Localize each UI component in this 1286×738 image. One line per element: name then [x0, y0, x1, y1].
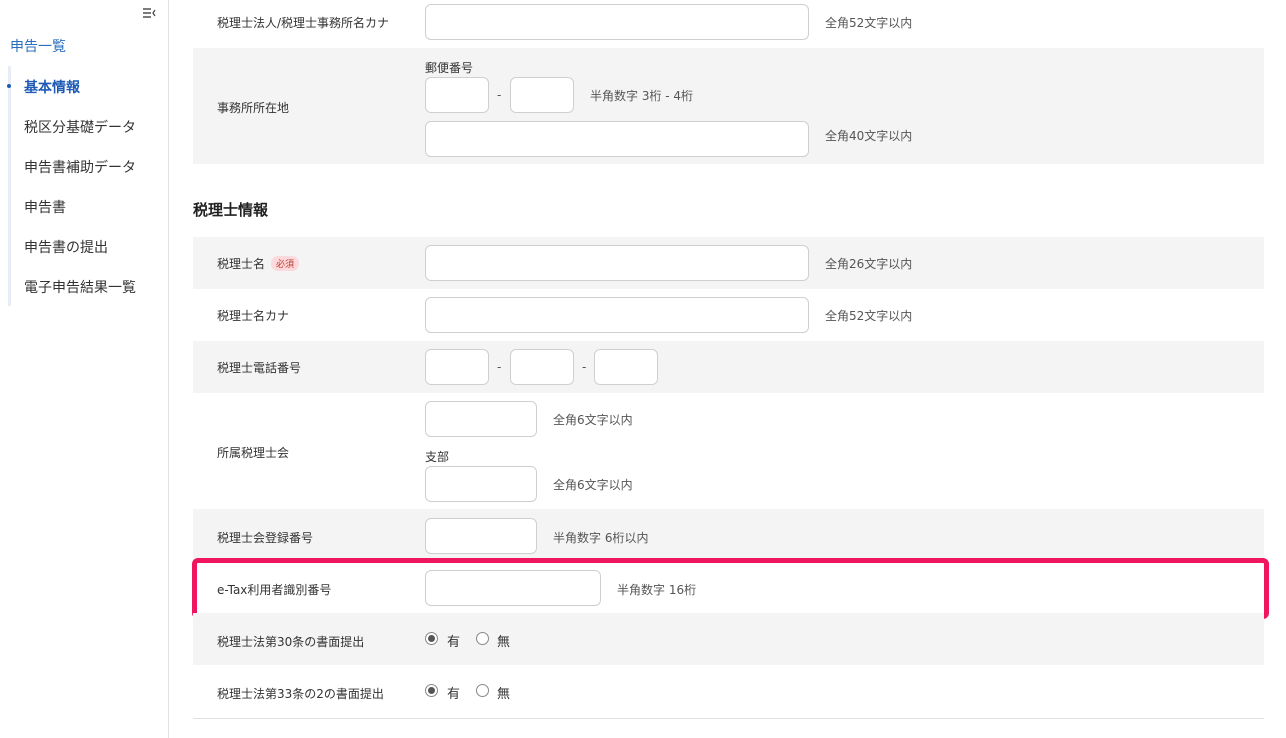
sidebar-item-return[interactable]: 申告書 — [24, 197, 66, 217]
phone-area-input[interactable] — [425, 349, 489, 385]
postal-code-hint: 半角数字 3桁 - 4桁 — [590, 89, 694, 103]
phone-exchange-input[interactable] — [510, 349, 574, 385]
article33-row: 税理士法第33条の2の書面提出 有 無 — [193, 665, 1264, 717]
office-kana-row: 税理士法人/税理士事務所名カナ 全角52文字以内 — [193, 0, 1264, 44]
accountant-phone-label: 税理士電話番号 — [217, 361, 302, 375]
sidebar: 申告一覧 基本情報 税区分基礎データ 申告書補助データ 申告書 申告書の提出 電… — [0, 0, 169, 738]
collapse-sidebar-icon[interactable] — [142, 4, 158, 18]
postal-code-label: 郵便番号 — [425, 61, 474, 75]
accountant-kana-hint: 全角52文字以内 — [825, 309, 913, 323]
office-address-row: 事務所所在地 郵便番号 - 半角数字 3桁 - 4桁 全角40文字以内 — [193, 48, 1264, 164]
etax-id-row: e-Tax利用者識別番号 半角数字 16桁 — [193, 561, 1264, 613]
phone-dash-1: - — [497, 360, 502, 374]
etax-id-label: e-Tax利用者識別番号 — [217, 583, 332, 597]
article30-yes-radio[interactable] — [425, 632, 438, 645]
article33-no-radio[interactable] — [476, 684, 489, 697]
article30-row: 税理士法第30条の書面提出 有 無 — [193, 613, 1264, 665]
etax-id-hint: 半角数字 16桁 — [617, 583, 697, 597]
accountant-association-row: 所属税理士会 全角6文字以内 支部 全角6文字以内 — [193, 393, 1264, 509]
office-kana-label: 税理士法人/税理士事務所名カナ — [217, 16, 390, 30]
office-address-hint: 全角40文字以内 — [825, 129, 913, 143]
sidebar-item-efiling-results[interactable]: 電子申告結果一覧 — [24, 277, 136, 297]
sidebar-title-link[interactable]: 申告一覧 — [10, 36, 66, 56]
branch-hint: 全角6文字以内 — [553, 478, 633, 492]
association-label: 所属税理士会 — [217, 446, 290, 460]
accountant-name-row: 税理士名 必須 全角26文字以内 — [193, 237, 1264, 289]
article30-no-radio[interactable] — [476, 632, 489, 645]
required-badge: 必須 — [271, 256, 300, 271]
section-title-accountant: 税理士情報 — [193, 201, 269, 219]
article30-yes-label[interactable]: 有 — [447, 631, 460, 650]
sidebar-item-tax-category-data[interactable]: 税区分基礎データ — [24, 117, 136, 137]
article33-no-label[interactable]: 無 — [497, 683, 510, 702]
sidebar-item-submission[interactable]: 申告書の提出 — [24, 237, 108, 257]
active-indicator — [7, 84, 11, 88]
office-address-label: 事務所所在地 — [217, 101, 290, 115]
postal-dash: - — [497, 88, 502, 102]
article33-yes-radio[interactable] — [425, 684, 438, 697]
article30-no-label[interactable]: 無 — [497, 631, 510, 650]
nav-rail — [8, 66, 11, 306]
accountant-name-input[interactable] — [425, 245, 809, 281]
accountant-phone-row: 税理士電話番号 - - — [193, 341, 1264, 393]
registration-number-row: 税理士会登録番号 半角数字 6桁以内 — [193, 509, 1264, 561]
sidebar-item-return-aux-data[interactable]: 申告書補助データ — [24, 157, 136, 177]
postal-code-second-input[interactable] — [510, 77, 574, 113]
office-kana-input[interactable] — [425, 4, 809, 40]
accountant-name-label-text: 税理士名 — [217, 257, 266, 271]
phone-dash-2: - — [582, 360, 587, 374]
association-input[interactable] — [425, 401, 537, 437]
article33-yes-label[interactable]: 有 — [447, 683, 460, 702]
registration-number-hint: 半角数字 6桁以内 — [553, 531, 649, 545]
article30-label: 税理士法第30条の書面提出 — [217, 635, 365, 649]
accountant-kana-row: 税理士名カナ 全角52文字以内 — [193, 289, 1264, 341]
branch-input[interactable] — [425, 466, 537, 502]
accountant-name-label: 税理士名 必須 — [217, 255, 300, 272]
etax-id-input[interactable] — [425, 570, 601, 606]
registration-number-label: 税理士会登録番号 — [217, 531, 314, 545]
accountant-name-hint: 全角26文字以内 — [825, 257, 913, 271]
accountant-kana-label: 税理士名カナ — [217, 309, 290, 323]
phone-number-input[interactable] — [594, 349, 658, 385]
association-hint: 全角6文字以内 — [553, 413, 633, 427]
office-address-input[interactable] — [425, 121, 809, 157]
accountant-kana-input[interactable] — [425, 297, 809, 333]
registration-number-input[interactable] — [425, 518, 537, 554]
postal-code-first-input[interactable] — [425, 77, 489, 113]
sidebar-item-basic-info[interactable]: 基本情報 — [24, 77, 80, 97]
article33-label: 税理士法第33条の2の書面提出 — [217, 687, 384, 701]
bottom-divider — [193, 718, 1264, 719]
office-kana-hint: 全角52文字以内 — [825, 16, 913, 30]
branch-label: 支部 — [425, 450, 450, 464]
